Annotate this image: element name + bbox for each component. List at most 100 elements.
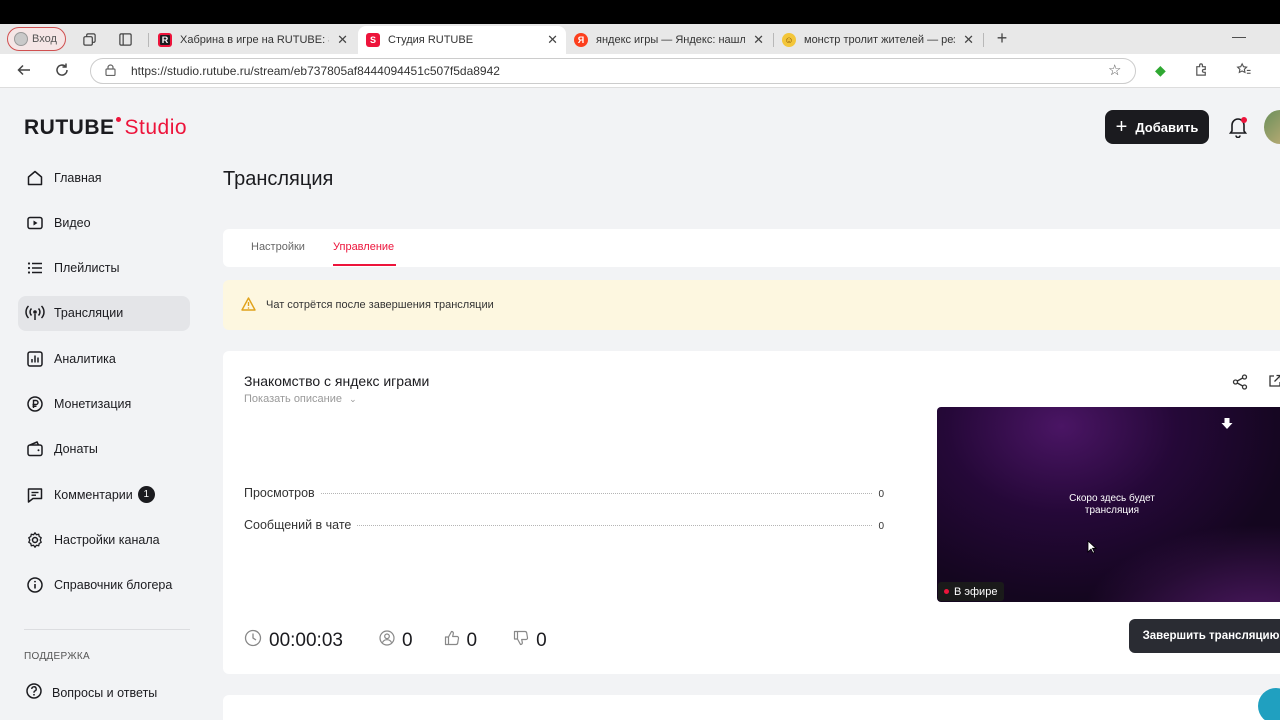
close-icon[interactable]: ✕	[753, 32, 764, 48]
mouse-cursor-icon	[1087, 540, 1098, 559]
end-stream-button[interactable]: Завершить трансляцию	[1129, 619, 1280, 653]
avatar[interactable]	[1264, 110, 1280, 144]
metric-likes: 0	[444, 630, 477, 652]
preview-placeholder-text: Скоро здесь будет трансляция	[1069, 493, 1155, 516]
sidebar-item-label: Трансляции	[54, 306, 124, 321]
share-icon[interactable]	[1231, 373, 1249, 391]
sidebar-item-playlists[interactable]: Плейлисты	[18, 251, 190, 286]
dotted-leader	[320, 493, 873, 494]
plus-icon: +	[1115, 116, 1128, 138]
sidebar-item-channel-settings[interactable]: Настройки канала	[18, 522, 190, 557]
video-icon	[25, 213, 45, 233]
stat-value: 0	[878, 521, 884, 532]
add-button[interactable]: + Добавить	[1105, 110, 1209, 144]
sidebar-item-analytics[interactable]: Аналитика	[18, 341, 190, 376]
tab-management[interactable]: Управление	[333, 241, 394, 253]
profile-label: Вход	[32, 33, 57, 45]
comment-icon	[25, 485, 45, 505]
extensions-puzzle-icon[interactable]	[1194, 62, 1209, 80]
support-chat-button[interactable]	[1258, 688, 1280, 720]
logo-studio: Studio	[124, 116, 188, 139]
sidebar-divider	[24, 629, 190, 630]
show-description-label: Показать описание	[244, 393, 342, 405]
next-section-card	[223, 695, 1280, 720]
profile-button[interactable]: Вход	[7, 27, 66, 51]
chevron-down-icon: ⌄	[349, 394, 357, 404]
clock-icon	[244, 629, 262, 653]
comments-count-badge: 1	[137, 486, 155, 504]
tab-title: монстр тролит жителей — резу	[804, 34, 956, 46]
open-external-icon[interactable]	[1267, 373, 1280, 389]
rutube-studio-logo[interactable]: RUTUBE Studio	[24, 116, 187, 140]
tab-title: Хабрина в игре на RUTUBE: 8 ви	[180, 34, 329, 46]
sidebar-item-label: Настройки канала	[54, 532, 160, 547]
show-description-toggle[interactable]: Показать описание ⌄	[244, 393, 357, 405]
stream-preview[interactable]: Скоро здесь будет трансляция В эфире	[937, 407, 1280, 602]
logo-dot	[115, 117, 121, 122]
close-icon[interactable]: ✕	[547, 32, 558, 48]
metric-timer: 00:00:03	[244, 629, 343, 653]
sidebar-item-label: Донаты	[54, 442, 98, 457]
wallet-icon	[25, 439, 45, 459]
live-label: В эфире	[954, 585, 998, 598]
emoji-favicon: ☺	[782, 33, 796, 47]
close-icon[interactable]: ✕	[963, 32, 974, 48]
thumbs-down-icon	[513, 630, 529, 652]
home-icon	[25, 168, 45, 188]
back-icon[interactable]	[14, 62, 34, 83]
warning-icon	[241, 296, 256, 314]
browser-tab-1[interactable]: R Хабрина в игре на RUTUBE: 8 ви ✕	[150, 26, 356, 54]
sidebar-item-faq[interactable]: Вопросы и ответы	[18, 675, 190, 710]
screen-top-bar	[0, 0, 1280, 24]
stream-title: Знакомство с яндекс играми	[244, 373, 430, 389]
browser-tab-4[interactable]: ☺ монстр тролит жителей — резу ✕	[774, 26, 982, 54]
sidebar-item-home[interactable]: Главная	[18, 160, 190, 195]
browser-tab-2[interactable]: S Студия RUTUBE ✕	[358, 26, 566, 54]
sidebar-item-label: Справочник блогера	[54, 578, 173, 593]
browser-tab-strip: Вход R Хабрина в игре на RUTUBE: 8 ви ✕ …	[0, 24, 1280, 54]
close-icon[interactable]: ✕	[337, 32, 348, 48]
active-tab-underline	[333, 264, 396, 266]
sidebar-item-monetization[interactable]: Монетизация	[18, 386, 190, 421]
sidebar-item-blogger-guide[interactable]: Справочник блогера	[18, 568, 190, 603]
sidebar-item-donations[interactable]: Донаты	[18, 432, 190, 467]
reload-icon[interactable]	[52, 62, 72, 83]
tab-actions-icon[interactable]	[116, 30, 134, 48]
studio-page: RUTUBE Studio + Добавить Главная Видео Пл…	[0, 88, 1280, 720]
sidebar-item-video[interactable]: Видео	[18, 205, 190, 240]
stream-timer: 00:00:03	[269, 630, 343, 651]
notifications-bell-icon[interactable]	[1228, 116, 1248, 139]
dislikes-count: 0	[536, 630, 547, 651]
stream-card: Знакомство с яндекс играми Показать опис…	[223, 351, 1280, 674]
gear-icon	[25, 530, 45, 550]
live-dot	[944, 589, 949, 594]
add-button-label: Добавить	[1135, 119, 1199, 135]
stat-label: Сообщений в чате	[244, 518, 352, 532]
sidebar-section-support: ПОДДЕРЖКА	[24, 651, 90, 662]
rutube-favicon: R	[158, 33, 172, 47]
browser-tab-3[interactable]: Я яндекс игры — Яндекс: нашлось ✕	[566, 26, 772, 54]
new-tab-icon[interactable]: +	[992, 28, 1012, 49]
yandex-favicon: Я	[574, 33, 588, 47]
sidebar-item-label: Вопросы и ответы	[52, 685, 158, 700]
sidebar-item-label: Аналитика	[54, 351, 116, 366]
metric-dislikes: 0	[513, 630, 547, 652]
lock-icon[interactable]	[105, 63, 117, 79]
extension-icon[interactable]: ◆	[1155, 62, 1166, 79]
ruble-icon	[25, 394, 45, 414]
stat-chat-messages: Сообщений в чате 0	[244, 518, 884, 532]
address-bar[interactable]: https://studio.rutube.ru/stream/eb737805…	[90, 58, 1136, 84]
sidebar-item-broadcasts[interactable]: Трансляции	[18, 295, 190, 331]
page-tabs: Настройки Управление	[223, 229, 1280, 267]
rutube-studio-favicon: S	[366, 33, 380, 47]
favorites-list-icon[interactable]	[1236, 62, 1252, 80]
sidebar-item-label: Плейлисты	[54, 261, 120, 276]
chat-warning-banner: Чат сотрётся после завершения трансляции	[223, 280, 1280, 330]
workspaces-icon[interactable]	[80, 30, 98, 48]
minimize-icon[interactable]: —	[1232, 28, 1246, 44]
favorite-star-icon[interactable]: ☆	[1108, 61, 1121, 79]
stat-label: Просмотров	[244, 486, 315, 500]
sidebar-item-comments[interactable]: Комментарии 1	[18, 477, 190, 512]
tab-settings[interactable]: Настройки	[251, 241, 305, 253]
viewers-count: 0	[401, 630, 413, 651]
